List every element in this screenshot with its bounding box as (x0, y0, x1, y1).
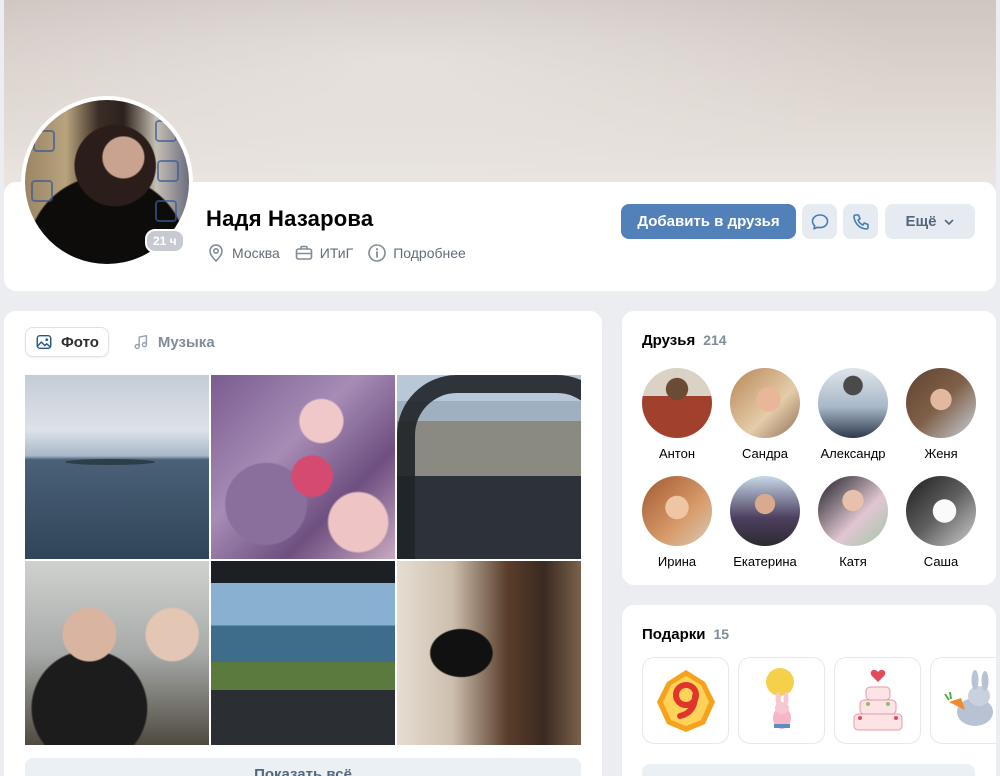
message-button[interactable] (802, 204, 837, 239)
avatar (906, 368, 976, 438)
photo-flowers[interactable] (211, 375, 395, 559)
decor-tile (33, 130, 55, 152)
decor-tile (31, 180, 53, 202)
friends-title: Друзья (642, 332, 696, 349)
bunny-carrot-icon (943, 669, 993, 726)
city-item[interactable]: Москва (206, 243, 280, 263)
friends-list: Антон Сандра Александр Женя Ирина Екатер… (633, 368, 985, 569)
gold-nine-icon (656, 669, 715, 732)
gifts-list (642, 657, 996, 744)
gifts-header[interactable]: Подарки 15 (642, 626, 729, 643)
tab-photos[interactable]: Фото (25, 327, 109, 357)
avatar (642, 368, 712, 438)
friend-name: Катя (839, 554, 867, 569)
location-pin-icon (209, 244, 223, 263)
tab-music[interactable]: Музыка (123, 327, 224, 357)
friend-name: Саша (923, 554, 959, 569)
avatar (818, 368, 888, 438)
message-bubble-icon (811, 213, 828, 230)
friends-count: 214 (703, 332, 727, 348)
friend-item[interactable]: Женя (897, 368, 985, 461)
friend-item[interactable]: Антон (633, 368, 721, 461)
photo-girls-headsets[interactable] (25, 561, 209, 745)
friend-item[interactable]: Сандра (721, 368, 809, 461)
avatar (730, 476, 800, 546)
online-status-badge: 21 ч (145, 229, 185, 253)
profile-name: Надя Назарова (206, 206, 374, 231)
friend-name: Антон (658, 446, 696, 461)
details-link[interactable]: Подробнее (367, 243, 466, 263)
work-item[interactable]: ИТиГ (294, 243, 353, 263)
avatar (906, 476, 976, 546)
work-label: ИТиГ (319, 245, 354, 261)
tab-photos-label: Фото (61, 333, 99, 351)
more-button[interactable]: Ещё (885, 204, 975, 239)
tab-music-label: Музыка (157, 333, 215, 351)
friend-name: Ирина (657, 554, 697, 569)
info-icon (368, 244, 387, 262)
more-label: Ещё (905, 213, 937, 230)
photo-sea-aerial[interactable] (25, 375, 209, 559)
gift-item[interactable] (930, 657, 996, 744)
avatar (730, 368, 800, 438)
photo-helicopter-coast[interactable] (211, 561, 395, 745)
call-button[interactable] (843, 204, 878, 239)
briefcase-icon (295, 245, 313, 260)
wedding-cake-icon (853, 669, 902, 730)
friends-header[interactable]: Друзья 214 (642, 332, 727, 349)
avatar (818, 476, 888, 546)
phone-icon (852, 213, 869, 230)
details-label: Подробнее (393, 245, 466, 261)
image-icon (36, 334, 52, 350)
music-note-icon (134, 334, 148, 350)
friend-name: Екатерина (733, 554, 797, 569)
photo-grid (25, 375, 581, 745)
bunny-balloon-icon (765, 667, 794, 729)
gifts-count: 15 (713, 626, 730, 642)
profile-meta: Москва ИТиГ Подробнее (206, 243, 466, 263)
photo-mirror-selfie[interactable] (397, 561, 581, 745)
friend-item[interactable]: Ирина (633, 476, 721, 569)
friend-name: Александр (820, 446, 886, 461)
gift-item[interactable] (834, 657, 921, 744)
avatar (642, 476, 712, 546)
friend-item[interactable]: Катя (809, 476, 897, 569)
city-label: Москва (232, 245, 280, 261)
friend-item[interactable]: Саша (897, 476, 985, 569)
gifts-title: Подарки (642, 626, 706, 643)
decor-tile (155, 200, 177, 222)
photo-helicopter-cockpit[interactable] (397, 375, 581, 559)
profile-page: 21 ч Надя Назарова Москва ИТиГ Подробнее (0, 0, 1000, 776)
decor-tile (157, 160, 179, 182)
show-all-button[interactable]: Показать всё (25, 758, 581, 776)
friend-item[interactable]: Александр (809, 368, 897, 461)
chevron-down-icon (944, 219, 953, 225)
gift-item[interactable] (642, 657, 729, 744)
friend-item[interactable]: Екатерина (721, 476, 809, 569)
gift-item[interactable] (738, 657, 825, 744)
media-tabs: Фото Музыка (25, 327, 224, 357)
add-friend-button[interactable]: Добавить в друзья (621, 204, 796, 239)
decor-tile (155, 120, 177, 142)
friend-name: Сандра (742, 446, 788, 461)
gifts-show-all-button[interactable] (642, 764, 975, 776)
friend-name: Женя (924, 446, 958, 461)
